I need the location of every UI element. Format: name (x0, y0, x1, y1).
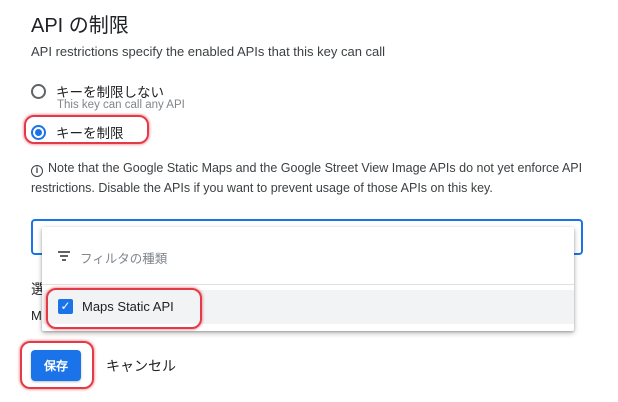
restriction-note-text: Note that the Google Static Maps and the… (31, 161, 583, 195)
selected-apis-value-fragment: M (31, 308, 42, 323)
highlight-save-button (20, 341, 94, 389)
restriction-note: i Note that the Google Static Maps and th… (31, 158, 591, 198)
radio-unrestricted[interactable]: キーを制限しない (31, 81, 164, 101)
filter-row[interactable]: フィルタの種類 (42, 227, 574, 285)
highlight-maps-static-option (46, 288, 202, 329)
radio-unrestricted-label: キーを制限しない (56, 85, 164, 100)
radio-unrestricted-helper: This key can call any API (57, 99, 185, 111)
info-icon: i (31, 165, 43, 177)
cancel-button[interactable]: キャンセル (106, 356, 176, 376)
radio-unchecked-icon[interactable] (31, 83, 46, 99)
filter-icon (58, 251, 70, 261)
filter-input[interactable]: フィルタの種類 (80, 248, 167, 267)
highlight-restricted-option (24, 115, 149, 144)
section-title: API の制限 (31, 15, 129, 37)
section-description: API restrictions specify the enabled API… (31, 44, 386, 59)
